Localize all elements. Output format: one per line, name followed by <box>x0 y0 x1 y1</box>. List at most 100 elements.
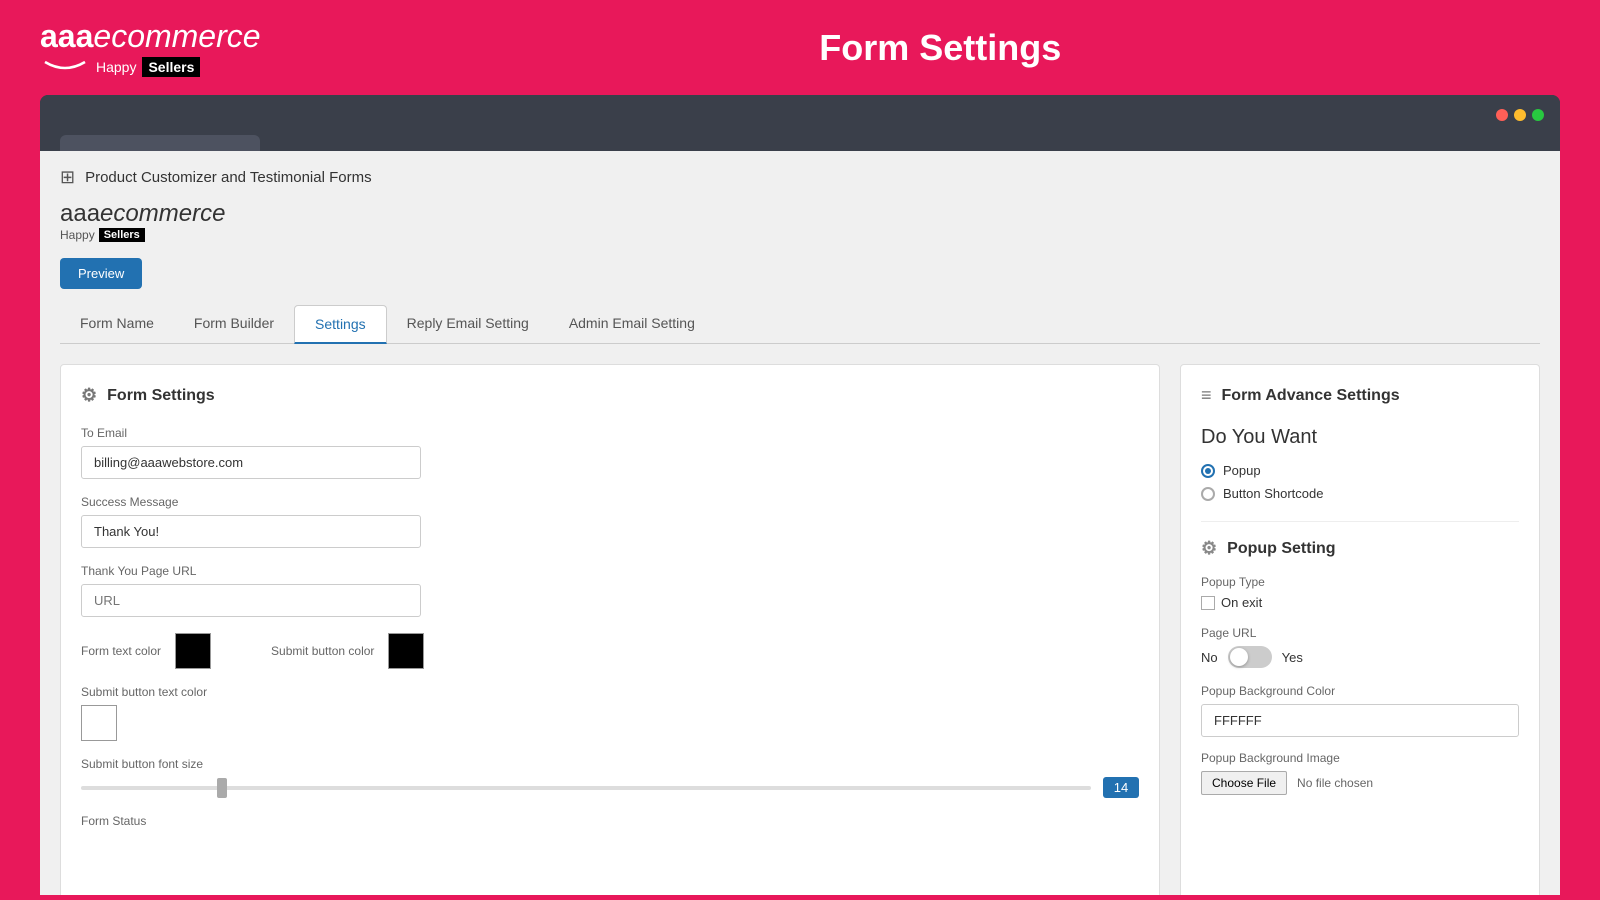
plugin-header: ⊞ Product Customizer and Testimonial For… <box>60 167 1540 188</box>
submit-text-color-label: Submit button text color <box>81 685 1139 699</box>
choose-file-button[interactable]: Choose File <box>1201 771 1287 795</box>
logo-area: aaaecommerce Happy Sellers <box>40 18 261 77</box>
browser-dots <box>1496 109 1544 121</box>
slider-value: 14 <box>1103 777 1139 798</box>
radio-popup-dot <box>1201 464 1215 478</box>
logo-brand: aaa <box>40 18 93 54</box>
page-url-field-group: Page URL No Yes <box>1201 626 1519 668</box>
font-size-label: Submit button font size <box>81 757 1139 771</box>
form-text-color-item: Form text color <box>81 633 211 669</box>
dot-red[interactable] <box>1496 109 1508 121</box>
left-panel-title: ⚙ Form Settings <box>81 385 1139 406</box>
advance-title-text: Form Advance Settings <box>1222 387 1400 405</box>
radio-popup-label: Popup <box>1223 463 1261 478</box>
brand-italic: ecommerce <box>100 200 225 227</box>
tab-reply-email[interactable]: Reply Email Setting <box>387 305 549 343</box>
tab-admin-email[interactable]: Admin Email Setting <box>549 305 715 343</box>
page-url-toggle[interactable] <box>1228 646 1272 668</box>
logo-sellers-badge: Sellers <box>142 57 200 77</box>
preview-button[interactable]: Preview <box>60 258 142 289</box>
slider-thumb[interactable] <box>217 778 227 798</box>
left-panel-title-text: Form Settings <box>107 387 215 405</box>
radio-shortcode-dot <box>1201 487 1215 501</box>
right-panel: ≡ Form Advance Settings Do You Want Popu… <box>1180 364 1540 895</box>
popup-bg-image-field-group: Popup Background Image Choose File No fi… <box>1201 751 1519 795</box>
tab-form-builder[interactable]: Form Builder <box>174 305 294 343</box>
panels-container: ⚙ Form Settings To Email Success Message… <box>60 364 1540 895</box>
popup-bg-color-input[interactable] <box>1201 704 1519 737</box>
browser-window: ⊞ Product Customizer and Testimonial For… <box>40 95 1560 895</box>
radio-button-shortcode[interactable]: Button Shortcode <box>1201 486 1519 501</box>
toggle-no-label: No <box>1201 650 1218 665</box>
divider <box>1201 521 1519 522</box>
thankyou-url-field-group: Thank You Page URL <box>81 564 1139 617</box>
browser-bar <box>40 95 1560 135</box>
slider-container: 14 <box>81 777 1139 798</box>
form-status-field-group: Form Status <box>81 814 1139 828</box>
content-area: ⊞ Product Customizer and Testimonial For… <box>40 151 1560 895</box>
settings-icon: ⚙ <box>81 385 97 406</box>
tab-settings[interactable]: Settings <box>294 305 387 344</box>
browser-tab-bar <box>40 135 1560 151</box>
popup-bg-image-label: Popup Background Image <box>1201 751 1519 765</box>
dot-yellow[interactable] <box>1514 109 1526 121</box>
thankyou-url-input[interactable] <box>81 584 421 617</box>
logo-happy: Happy <box>96 59 136 75</box>
popup-bg-color-row: Popup Background Color <box>1201 684 1519 737</box>
to-email-field-group: To Email <box>81 426 1139 479</box>
form-text-color-label: Form text color <box>81 644 161 658</box>
popup-gear-icon: ⚙ <box>1201 538 1217 559</box>
toggle-yes-label: Yes <box>1282 650 1303 665</box>
logo-smile-icon <box>40 60 90 74</box>
advance-icon: ≡ <box>1201 385 1212 406</box>
dot-green[interactable] <box>1532 109 1544 121</box>
tab-form-name[interactable]: Form Name <box>60 305 174 343</box>
page-url-toggle-row: No Yes <box>1201 646 1519 668</box>
page-url-label: Page URL <box>1201 626 1519 640</box>
logo-brand-italic: ecommerce <box>93 18 260 54</box>
file-row: Choose File No file chosen <box>1201 771 1519 795</box>
success-message-label: Success Message <box>81 495 1139 509</box>
to-email-label: To Email <box>81 426 1139 440</box>
popup-setting-title: ⚙ Popup Setting <box>1201 538 1519 559</box>
to-email-input[interactable] <box>81 446 421 479</box>
form-status-label: Form Status <box>81 814 1139 828</box>
on-exit-checkbox[interactable] <box>1201 596 1215 610</box>
on-exit-checkbox-row[interactable]: On exit <box>1201 595 1519 610</box>
popup-bg-color-label: Popup Background Color <box>1201 684 1519 698</box>
brand-prefix: aaa <box>60 200 100 227</box>
form-text-color-swatch[interactable] <box>175 633 211 669</box>
success-message-input[interactable] <box>81 515 421 548</box>
brand-sellers-badge: Sellers <box>99 228 145 242</box>
submit-btn-color-swatch[interactable] <box>388 633 424 669</box>
no-file-text: No file chosen <box>1297 776 1373 790</box>
brand-area: aaaecommerce Happy Sellers <box>60 200 1540 242</box>
browser-tab <box>60 135 260 151</box>
advance-settings-title: ≡ Form Advance Settings <box>1201 385 1519 406</box>
logo-text: aaaecommerce <box>40 18 261 55</box>
left-panel: ⚙ Form Settings To Email Success Message… <box>60 364 1160 895</box>
radio-popup[interactable]: Popup <box>1201 463 1519 478</box>
font-size-slider-row: Submit button font size 14 <box>81 757 1139 798</box>
slider-track[interactable] <box>81 786 1091 790</box>
submit-text-color-swatch[interactable] <box>81 705 117 741</box>
top-header: aaaecommerce Happy Sellers Form Settings <box>0 0 1600 95</box>
page-title: Form Settings <box>321 27 1560 69</box>
plugin-grid-icon: ⊞ <box>60 167 75 188</box>
submit-text-color-field-group: Submit button text color <box>81 685 1139 741</box>
popup-type-field-group: Popup Type On exit <box>1201 575 1519 610</box>
on-exit-label: On exit <box>1221 595 1262 610</box>
success-message-field-group: Success Message <box>81 495 1139 548</box>
tabs-nav: Form Name Form Builder Settings Reply Em… <box>60 305 1540 344</box>
thankyou-url-label: Thank You Page URL <box>81 564 1139 578</box>
color-row: Form text color Submit button color <box>81 633 1139 669</box>
logo-sub: Happy Sellers <box>40 57 261 77</box>
plugin-title: Product Customizer and Testimonial Forms <box>85 169 372 186</box>
brand-name: aaaecommerce <box>60 200 1540 228</box>
popup-setting-label: Popup Setting <box>1227 540 1335 558</box>
popup-type-label: Popup Type <box>1201 575 1519 589</box>
submit-btn-color-label: Submit button color <box>271 644 374 658</box>
do-you-want-title: Do You Want <box>1201 426 1519 449</box>
radio-shortcode-label: Button Shortcode <box>1223 486 1323 501</box>
submit-btn-color-item: Submit button color <box>271 633 424 669</box>
